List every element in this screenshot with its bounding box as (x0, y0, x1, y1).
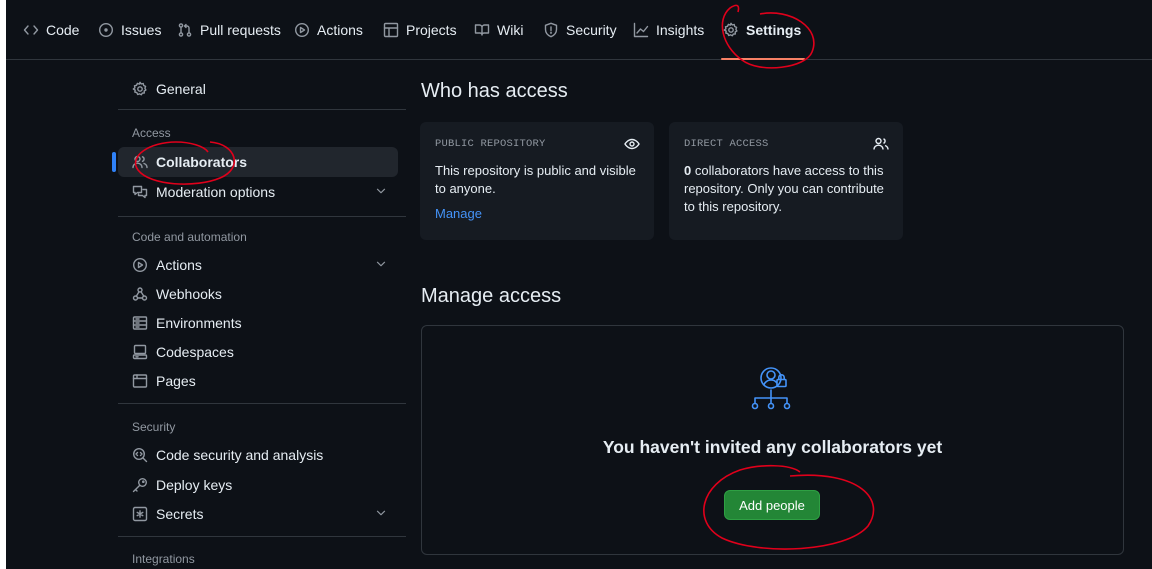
repo-nav: Code Issues Pull requests Actions Projec… (6, 0, 1152, 60)
card-label: PUBLIC REPOSITORY (435, 138, 546, 150)
sidebar-heading-code-automation: Code and automation (132, 230, 247, 244)
tab-actions[interactable]: Actions (294, 0, 363, 60)
people-lock-icon (751, 367, 791, 410)
webhook-icon (132, 287, 148, 301)
sidebar-item-general[interactable]: General (118, 74, 398, 104)
browser-icon (132, 374, 148, 388)
sidebar-item-actions[interactable]: Actions (118, 250, 398, 280)
sidebar-item-pages[interactable]: Pages (118, 366, 398, 396)
graph-icon (633, 22, 649, 38)
tab-label: Settings (746, 22, 802, 38)
tab-insights[interactable]: Insights (633, 0, 704, 60)
tab-label: Projects (406, 22, 457, 38)
sidebar-item-label: Webhooks (156, 286, 222, 302)
tab-label: Code (46, 22, 80, 38)
tab-code[interactable]: Code (23, 0, 79, 60)
tab-security[interactable]: Security (543, 0, 617, 60)
people-icon (132, 155, 148, 169)
codescan-icon (132, 447, 148, 463)
code-icon (23, 25, 39, 35)
tab-label: Actions (317, 22, 363, 38)
sidebar-item-webhooks[interactable]: Webhooks (118, 279, 398, 309)
table-icon (383, 22, 399, 38)
sidebar-heading-integrations: Integrations (132, 552, 195, 566)
book-icon (474, 24, 490, 36)
sidebar-item-label: Secrets (156, 506, 204, 522)
sidebar-item-label: Environments (156, 315, 242, 331)
sidebar-item-secrets[interactable]: Secrets (118, 499, 398, 529)
gear-icon (132, 81, 147, 96)
sidebar-heading-access: Access (132, 126, 171, 140)
card-text-body: collaborators have access to this reposi… (684, 163, 884, 214)
sidebar-item-label: Deploy keys (156, 477, 233, 493)
tab-projects[interactable]: Projects (383, 0, 457, 60)
manage-access-panel: You haven't invited any collaborators ye… (421, 325, 1124, 555)
add-people-button[interactable]: Add people (724, 490, 820, 520)
tab-label: Issues (121, 22, 162, 38)
sidebar-divider (118, 109, 406, 110)
tab-settings[interactable]: Settings (720, 0, 806, 60)
sidebar-item-label: Pages (156, 373, 196, 389)
who-has-access-heading: Who has access (421, 80, 568, 102)
sidebar-item-collaborators[interactable]: Collaborators (112, 147, 398, 177)
play-icon (294, 22, 310, 38)
issue-icon (98, 22, 114, 38)
empty-state-message: You haven't invited any collaborators ye… (602, 437, 943, 457)
sidebar-item-label: Codespaces (156, 344, 234, 360)
tab-wiki[interactable]: Wiki (474, 0, 523, 60)
card-label: DIRECT ACCESS (684, 138, 769, 150)
comment-discussion-icon (132, 185, 148, 199)
asterisk-box-icon (132, 506, 148, 522)
card-text: 0 collaborators have access to this repo… (684, 162, 888, 216)
key-icon (132, 478, 147, 493)
sidebar-item-code-security[interactable]: Code security and analysis (118, 440, 398, 470)
chevron-down-icon[interactable] (374, 184, 388, 198)
sidebar-heading-security: Security (132, 420, 176, 434)
tab-pull-requests[interactable]: Pull requests (177, 0, 281, 60)
sidebar-item-label: Collaborators (156, 154, 248, 170)
people-icon (873, 137, 889, 150)
direct-access-card: DIRECT ACCESS 0 collaborators have acces… (669, 122, 903, 240)
shield-icon (544, 22, 558, 38)
pull-request-icon (178, 23, 192, 37)
play-icon (132, 257, 148, 273)
sidebar-item-moderation[interactable]: Moderation options (118, 177, 398, 207)
sidebar-item-label: Moderation options (156, 184, 276, 200)
sidebar-item-label: Actions (156, 257, 202, 273)
manage-link[interactable]: Manage (435, 206, 482, 221)
tab-label: Pull requests (200, 22, 281, 38)
tab-issues[interactable]: Issues (98, 0, 161, 60)
card-text: This repository is public and visible to… (435, 163, 636, 196)
server-icon (132, 316, 148, 330)
public-repository-card: PUBLIC REPOSITORY This repository is pub… (420, 122, 654, 240)
chevron-down-icon[interactable] (374, 506, 388, 520)
sidebar-divider (118, 216, 406, 217)
tab-label: Security (566, 22, 617, 38)
sidebar-divider (118, 403, 406, 404)
tab-label: Insights (656, 22, 705, 38)
eye-icon (624, 138, 640, 150)
codespaces-icon (132, 344, 148, 360)
manage-access-heading: Manage access (421, 285, 562, 307)
sidebar-item-codespaces[interactable]: Codespaces (118, 337, 398, 367)
sidebar-divider (118, 536, 406, 537)
chevron-down-icon[interactable] (374, 257, 388, 271)
sidebar-item-label: General (156, 81, 206, 97)
tab-label: Wiki (497, 22, 524, 38)
gear-icon (723, 22, 738, 37)
sidebar-item-environments[interactable]: Environments (118, 308, 398, 338)
sidebar-item-label: Code security and analysis (156, 447, 324, 463)
sidebar-item-deploy-keys[interactable]: Deploy keys (118, 470, 398, 500)
